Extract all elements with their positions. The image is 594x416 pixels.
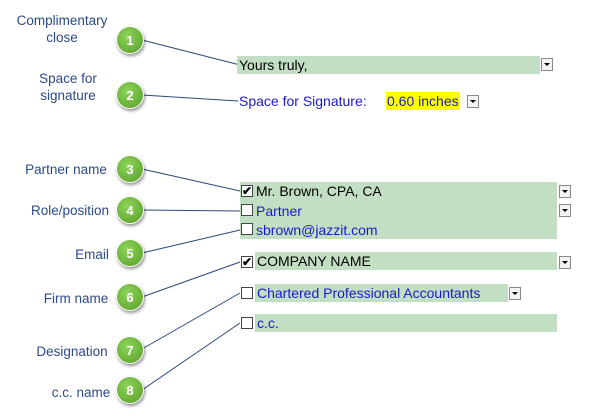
label-space-for-signature: Space for signature xyxy=(39,71,97,103)
firm-name-field[interactable]: COMPANY NAME xyxy=(255,252,557,270)
badge-7: 7 xyxy=(116,336,144,364)
role-dropdown[interactable] xyxy=(559,204,571,217)
connector-5 xyxy=(141,229,241,254)
designation-checkbox[interactable] xyxy=(241,287,253,299)
email-checkbox[interactable] xyxy=(241,223,253,235)
chevron-down-icon xyxy=(562,190,568,193)
badge-3: 3 xyxy=(116,155,144,183)
connector-2 xyxy=(141,94,239,102)
chevron-down-icon xyxy=(512,292,518,295)
partner-name-field[interactable]: Mr. Brown, CPA, CA xyxy=(256,182,382,200)
signature-space-dropdown[interactable] xyxy=(467,95,479,108)
partner-name-checkbox[interactable]: ✔ xyxy=(241,185,253,197)
connector-3 xyxy=(141,168,241,192)
designation-dropdown[interactable] xyxy=(509,287,521,300)
connector-1 xyxy=(141,39,241,66)
connector-6 xyxy=(141,261,241,298)
role-checkbox[interactable] xyxy=(241,204,253,216)
firm-name-dropdown[interactable] xyxy=(559,256,571,269)
complimentary-close-field[interactable]: Yours truly, xyxy=(237,56,540,74)
label-complimentary-close: Complimentary close xyxy=(16,13,108,45)
chevron-down-icon xyxy=(562,261,568,264)
firm-name-checkbox[interactable]: ✔ xyxy=(241,256,253,268)
signature-space-value[interactable]: 0.60 inches xyxy=(386,92,460,110)
badge-4: 4 xyxy=(116,196,144,224)
label-firm-name: Firm name xyxy=(43,291,109,306)
partner-name-dropdown[interactable] xyxy=(559,185,571,198)
cc-checkbox[interactable] xyxy=(241,317,253,329)
badge-1: 1 xyxy=(116,26,144,54)
connector-8 xyxy=(141,322,241,391)
complimentary-close-dropdown[interactable] xyxy=(541,58,553,71)
cc-field[interactable]: c.c. xyxy=(255,314,557,332)
role-field[interactable]: Partner xyxy=(256,202,302,220)
chevron-down-icon xyxy=(544,63,550,66)
connector-4 xyxy=(141,209,241,212)
badge-8: 8 xyxy=(116,376,144,404)
chevron-down-icon xyxy=(470,100,476,103)
email-field[interactable]: sbrown@jazzit.com xyxy=(256,221,378,239)
connector-7 xyxy=(141,292,241,350)
signature-space-label: Space for Signature: xyxy=(239,93,367,109)
badge-2: 2 xyxy=(116,81,144,109)
label-role-position: Role/position xyxy=(30,203,110,218)
chevron-down-icon xyxy=(562,209,568,212)
designation-field[interactable]: Chartered Professional Accountants xyxy=(255,284,508,302)
badge-6: 6 xyxy=(116,283,144,311)
label-cc-name: c.c. name xyxy=(51,385,111,400)
label-partner-name: Partner name xyxy=(25,162,107,177)
label-designation: Designation xyxy=(36,344,108,359)
badge-5: 5 xyxy=(116,239,144,267)
